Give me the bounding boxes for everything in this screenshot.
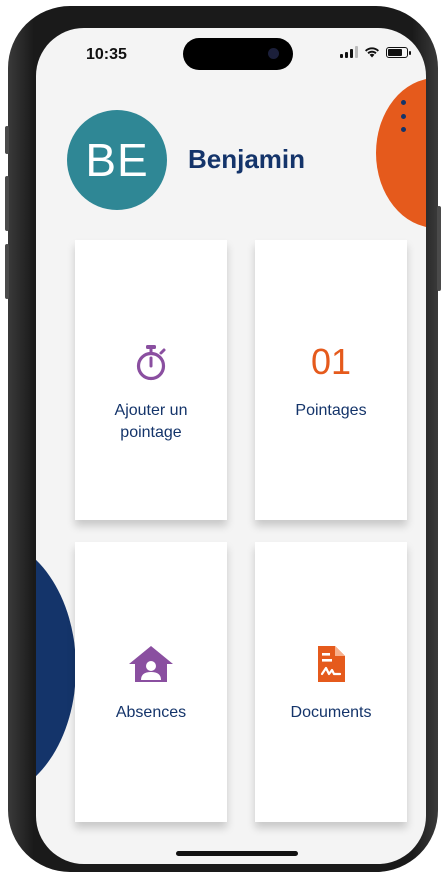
document-signature-icon (315, 644, 347, 684)
app-screen: 10:35 BE Benjamin Ajouter un pointage 01… (36, 28, 426, 864)
status-time: 10:35 (86, 46, 127, 63)
silent-switch (5, 126, 9, 154)
dynamic-island (183, 38, 293, 70)
pointages-count: 01 (310, 341, 352, 382)
decorative-blue-shape (36, 538, 76, 798)
pointages-count-container: 01 (311, 342, 351, 382)
card-label: Ajouter un pointage (114, 402, 188, 441)
menu-dot-icon (400, 113, 406, 119)
status-icons (340, 46, 411, 58)
card-label: Pointages (295, 402, 367, 419)
volume-down-button (5, 244, 9, 299)
stopwatch-icon (133, 342, 169, 382)
wifi-icon (365, 47, 379, 58)
card-label: Absences (115, 704, 187, 721)
volume-up-button (5, 176, 9, 231)
camera-icon (268, 48, 279, 59)
home-user-icon (127, 644, 175, 684)
menu-dot-icon (400, 127, 406, 132)
documents-card[interactable]: Documents (255, 542, 407, 822)
menu-dot-icon (400, 100, 406, 105)
signal-icon (340, 46, 358, 58)
battery-icon (386, 46, 411, 58)
phone-frame: 10:35 BE Benjamin Ajouter un pointage 01… (5, 6, 441, 872)
add-pointage-card[interactable]: Ajouter un pointage (75, 240, 227, 520)
user-name: Benjamin (188, 144, 306, 174)
home-indicator[interactable] (176, 851, 298, 856)
absences-card[interactable]: Absences (75, 542, 227, 822)
avatar[interactable]: BE (67, 110, 167, 210)
power-button (437, 206, 441, 291)
card-label: Documents (290, 704, 372, 721)
pointages-card[interactable]: 01 Pointages (255, 240, 407, 520)
more-menu-button[interactable] (396, 100, 410, 132)
